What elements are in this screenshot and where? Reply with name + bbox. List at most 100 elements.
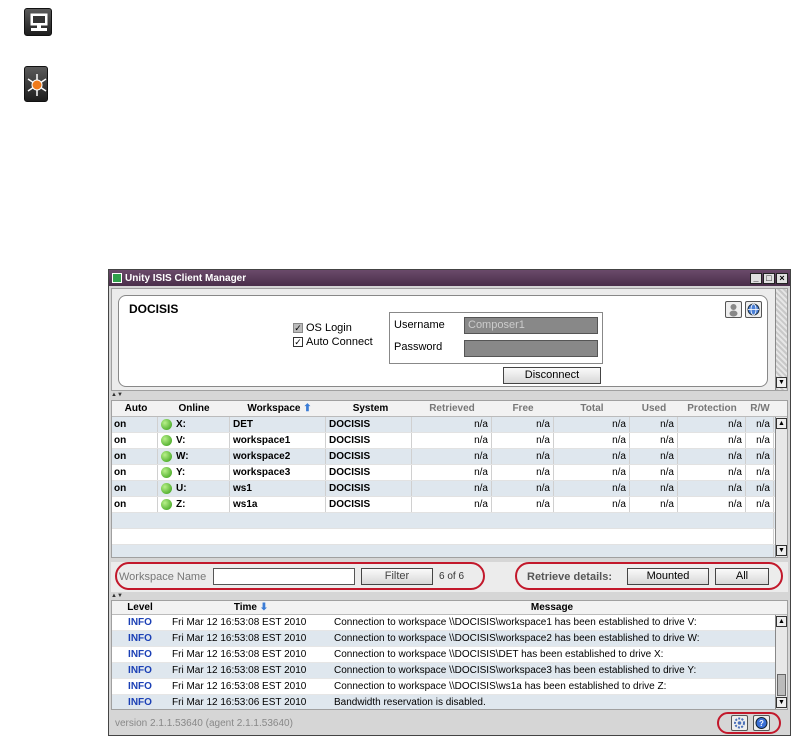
sort-up-icon: ⬆ (303, 403, 312, 414)
log-level: INFO (128, 665, 152, 676)
user-icon[interactable] (725, 301, 742, 318)
disconnect-button[interactable]: Disconnect (503, 367, 601, 384)
table-scrollbar[interactable]: ▲ ▼ (775, 417, 787, 557)
cell-workspace: workspace2 (230, 449, 326, 464)
password-field[interactable] (464, 340, 598, 357)
col-system[interactable]: System (326, 401, 412, 416)
cell-workspace: workspace1 (230, 433, 326, 448)
cell-workspace: ws1a (230, 497, 326, 512)
col-time[interactable]: Time ⬇ (168, 601, 330, 614)
table-row[interactable]: on W: workspace2 DOCISIS n/a n/a n/a n/a… (112, 449, 787, 465)
version-text: version 2.1.1.53640 (agent 2.1.1.53640) (115, 718, 293, 729)
online-status-icon (161, 498, 172, 510)
col-auto[interactable]: Auto (112, 401, 158, 416)
log-row[interactable]: INFO Fri Mar 12 16:53:06 EST 2010 Bandwi… (112, 695, 787, 709)
table-row[interactable]: on V: workspace1 DOCISIS n/a n/a n/a n/a… (112, 433, 787, 449)
settings-icon[interactable] (731, 715, 748, 731)
all-button[interactable]: All (715, 568, 769, 585)
cell-protection: n/a (678, 433, 746, 448)
cell-system: DOCISIS (326, 465, 412, 480)
cell-free: n/a (492, 433, 554, 448)
cell-workspace: workspace3 (230, 465, 326, 480)
col-total[interactable]: Total (554, 401, 630, 416)
col-workspace[interactable]: Workspace ⬆ (230, 401, 326, 416)
log-time: Fri Mar 12 16:53:08 EST 2010 (172, 617, 307, 628)
table-row[interactable]: on Z: ws1a DOCISIS n/a n/a n/a n/a n/a n… (112, 497, 787, 513)
log-message: Connection to workspace \\DOCISIS\worksp… (334, 665, 697, 676)
cell-total: n/a (554, 417, 630, 432)
workspace-name-input[interactable] (213, 568, 355, 585)
table-row[interactable]: on X: DET DOCISIS n/a n/a n/a n/a n/a n/… (112, 417, 787, 433)
auto-connect-label: Auto Connect (306, 336, 373, 348)
col-online[interactable]: Online (158, 401, 230, 416)
cell-retrieved: n/a (412, 465, 492, 480)
auto-connect-checkbox[interactable]: ✓ (293, 337, 303, 347)
minimize-button[interactable]: _ (750, 272, 762, 284)
cell-free: n/a (492, 481, 554, 496)
cell-retrieved: n/a (412, 433, 492, 448)
cell-system: DOCISIS (326, 449, 412, 464)
scroll-down-arrow[interactable]: ▼ (776, 545, 787, 556)
log-row[interactable]: INFO Fri Mar 12 16:53:08 EST 2010 Connec… (112, 631, 787, 647)
username-field[interactable]: Composer1 (464, 317, 598, 334)
scroll-down-arrow[interactable]: ▼ (776, 697, 787, 708)
cell-rw: n/a (746, 433, 774, 448)
cell-used: n/a (630, 433, 678, 448)
table-row[interactable]: on Y: workspace3 DOCISIS n/a n/a n/a n/a… (112, 465, 787, 481)
os-login-checkbox[interactable]: ✓ (293, 323, 303, 333)
cell-rw: n/a (746, 449, 774, 464)
cell-protection: n/a (678, 481, 746, 496)
col-rw[interactable]: R/W (746, 401, 774, 416)
cell-total: n/a (554, 497, 630, 512)
status-bar: version 2.1.1.53640 (agent 2.1.1.53640) … (111, 712, 788, 734)
scroll-down-arrow[interactable]: ▼ (776, 377, 787, 388)
connection-scrollbar[interactable]: ▼ (775, 289, 787, 390)
col-message[interactable]: Message (330, 601, 770, 614)
globe-icon[interactable] (745, 301, 762, 318)
col-retrieved[interactable]: Retrieved (412, 401, 492, 416)
scroll-up-arrow[interactable]: ▲ (776, 616, 787, 627)
log-row[interactable]: INFO Fri Mar 12 16:53:08 EST 2010 Connec… (112, 679, 787, 695)
splitter-bottom[interactable]: ▲▼ (111, 593, 788, 599)
log-level: INFO (128, 633, 152, 644)
filter-button[interactable]: Filter (361, 568, 433, 585)
log-level: INFO (128, 617, 152, 628)
cell-used: n/a (630, 481, 678, 496)
log-row[interactable]: INFO Fri Mar 12 16:53:08 EST 2010 Connec… (112, 663, 787, 679)
cell-online: X: (158, 417, 230, 432)
auto-connect-row[interactable]: ✓ Auto Connect (293, 336, 373, 348)
col-used[interactable]: Used (630, 401, 678, 416)
scroll-thumb[interactable] (777, 674, 786, 696)
os-login-row[interactable]: ✓ OS Login (293, 322, 352, 334)
online-status-icon (161, 466, 172, 478)
window-title: Unity ISIS Client Manager (125, 272, 247, 284)
log-row[interactable]: INFO Fri Mar 12 16:53:08 EST 2010 Connec… (112, 615, 787, 631)
cell-retrieved: n/a (412, 449, 492, 464)
mounted-button[interactable]: Mounted (627, 568, 709, 585)
log-message: Connection to workspace \\DOCISIS\ws1a h… (334, 681, 667, 692)
col-free[interactable]: Free (492, 401, 554, 416)
empty-row (112, 529, 787, 545)
cell-total: n/a (554, 465, 630, 480)
log-body: INFO Fri Mar 12 16:53:08 EST 2010 Connec… (112, 615, 787, 709)
cell-free: n/a (492, 417, 554, 432)
close-button[interactable]: × (776, 272, 788, 284)
sort-down-icon: ⬇ (259, 602, 269, 613)
splitter-top[interactable]: ▲▼ (111, 392, 788, 398)
col-protection[interactable]: Protection (678, 401, 746, 416)
log-time: Fri Mar 12 16:53:08 EST 2010 (172, 649, 307, 660)
help-icon[interactable]: ? (753, 715, 770, 731)
maximize-button[interactable]: □ (763, 272, 775, 284)
scroll-up-arrow[interactable]: ▲ (776, 418, 787, 429)
col-level[interactable]: Level (112, 601, 168, 614)
table-row[interactable]: on U: ws1 DOCISIS n/a n/a n/a n/a n/a n/… (112, 481, 787, 497)
online-status-icon (161, 418, 172, 430)
cell-system: DOCISIS (326, 417, 412, 432)
cell-rw: n/a (746, 465, 774, 480)
log-scrollbar[interactable]: ▲ ▼ (775, 615, 787, 709)
cell-drive: Z: (176, 499, 186, 510)
monitor-network-icon (24, 8, 52, 36)
log-row[interactable]: INFO Fri Mar 12 16:53:08 EST 2010 Connec… (112, 647, 787, 663)
cell-auto: on (112, 465, 158, 480)
online-status-icon (161, 434, 172, 446)
